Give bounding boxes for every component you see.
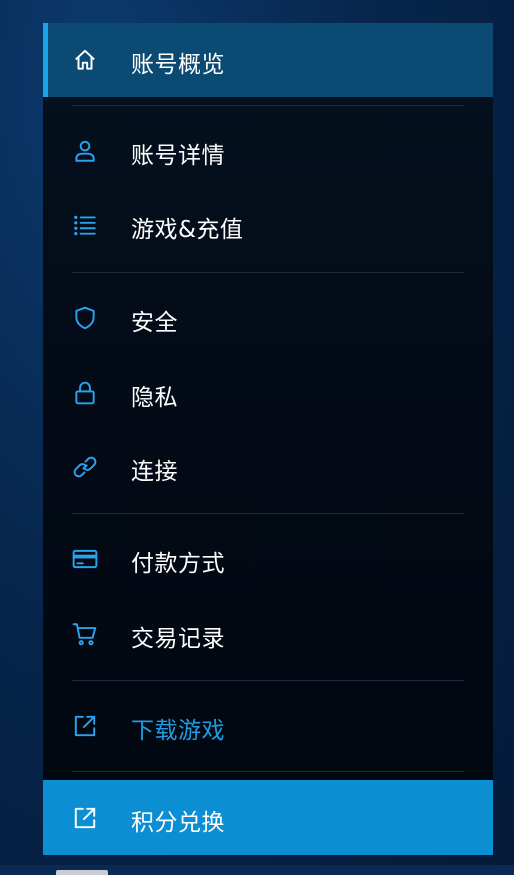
home-icon xyxy=(72,47,98,73)
divider xyxy=(72,771,464,772)
nav-item-points-redeem[interactable]: 积分兑换 xyxy=(43,780,493,855)
lock-icon xyxy=(72,380,98,406)
nav-item-label: 隐私 xyxy=(131,385,178,411)
nav-item-account-overview[interactable]: 账号概览 xyxy=(43,23,493,97)
nav-item-account-details[interactable]: 账号详情 xyxy=(43,115,493,187)
nav-item-label: 下载游戏 xyxy=(131,718,225,744)
account-nav-menu: 账号概览 账号详情 游戏&充值 安全 隐私 连接 付款方式 交易记录 下载游戏 … xyxy=(43,23,493,855)
link-icon xyxy=(72,454,98,480)
external-link-icon xyxy=(72,805,98,831)
nav-item-label: 安全 xyxy=(131,310,178,336)
nav-item-security[interactable]: 安全 xyxy=(43,281,493,353)
list-icon xyxy=(72,212,98,238)
shield-icon xyxy=(72,305,98,331)
divider xyxy=(72,272,464,273)
nav-item-privacy[interactable]: 隐私 xyxy=(43,357,493,429)
nav-item-label: 付款方式 xyxy=(131,551,225,577)
nav-item-games-topup[interactable]: 游戏&充值 xyxy=(43,189,493,261)
external-link-icon xyxy=(72,713,98,739)
nav-item-label: 游戏&充值 xyxy=(131,217,244,243)
divider xyxy=(72,513,464,514)
nav-item-label: 交易记录 xyxy=(131,626,225,652)
nav-item-download-games[interactable]: 下载游戏 xyxy=(43,690,493,762)
nav-item-payment-methods[interactable]: 付款方式 xyxy=(43,523,493,595)
nav-item-transactions[interactable]: 交易记录 xyxy=(43,598,493,670)
nav-item-label: 账号概览 xyxy=(131,52,225,78)
nav-item-label: 账号详情 xyxy=(131,143,225,169)
nav-item-label: 积分兑换 xyxy=(131,810,225,836)
credit-card-icon xyxy=(72,546,98,572)
nav-item-label: 连接 xyxy=(131,459,178,485)
bottom-window-edge xyxy=(0,865,514,875)
divider xyxy=(72,105,464,106)
user-icon xyxy=(72,138,98,164)
divider xyxy=(72,680,464,681)
cart-icon xyxy=(72,621,98,647)
partial-tab xyxy=(56,870,108,875)
nav-item-connections[interactable]: 连接 xyxy=(43,431,493,503)
active-indicator xyxy=(43,23,48,97)
